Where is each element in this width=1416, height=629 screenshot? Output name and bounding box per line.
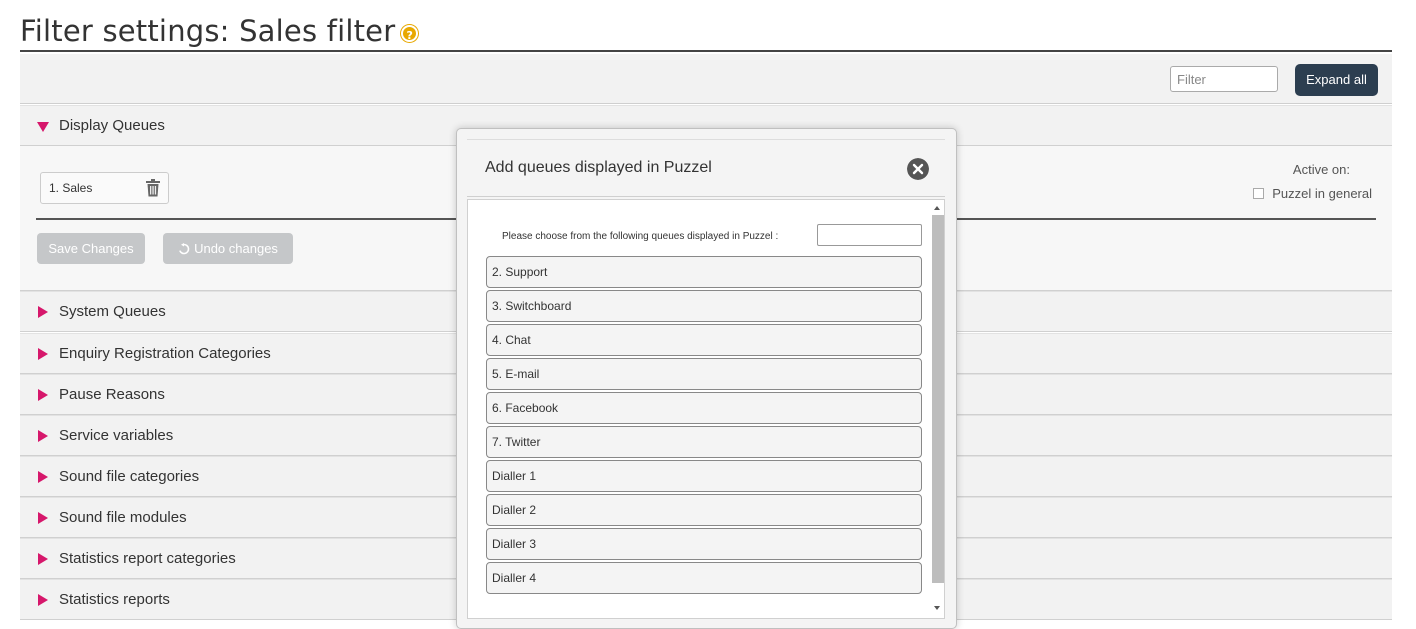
puzzel-in-general-option[interactable]: Puzzel in general	[1253, 186, 1372, 201]
queue-prompt-label: Please choose from the following queues …	[502, 231, 779, 242]
caret-right-icon	[38, 348, 48, 360]
queue-option[interactable]: Dialler 3	[486, 528, 922, 560]
panel-label: System Queues	[59, 303, 166, 320]
caret-right-icon	[38, 471, 48, 483]
queue-option[interactable]: 4. Chat	[486, 324, 922, 356]
caret-right-icon	[38, 553, 48, 565]
queue-list: 2. Support 3. Switchboard 4. Chat 5. E-m…	[486, 256, 922, 596]
modal-title: Add queues displayed in Puzzel	[485, 159, 712, 176]
expand-all-button[interactable]: Expand all	[1295, 64, 1378, 96]
queue-option[interactable]: 7. Twitter	[486, 426, 922, 458]
panel-label: Statistics reports	[59, 591, 170, 608]
modal-scrollbar[interactable]	[931, 200, 944, 618]
queue-option[interactable]: Dialler 4	[486, 562, 922, 594]
add-queues-modal: Add queues displayed in Puzzel Please ch…	[456, 128, 957, 629]
undo-changes-button[interactable]: Undo changes	[163, 233, 293, 264]
toolbar: Expand all	[20, 54, 1392, 104]
undo-changes-label: Undo changes	[194, 241, 278, 256]
page-title: Filter settings: Sales filter?	[20, 14, 419, 48]
puzzel-in-general-checkbox[interactable]	[1253, 188, 1265, 200]
active-on-label: Active on:	[1292, 162, 1350, 177]
scroll-up-arrow-icon[interactable]	[934, 206, 940, 210]
panel-label: Enquiry Registration Categories	[59, 345, 271, 362]
panel-label: Sound file categories	[59, 468, 200, 485]
page-title-text: Filter settings: Sales filter	[20, 14, 396, 48]
panel-label: Display Queues	[59, 117, 165, 134]
trash-icon[interactable]	[145, 179, 161, 197]
title-divider	[20, 50, 1392, 52]
undo-icon	[179, 242, 190, 254]
caret-down-icon	[37, 122, 49, 132]
modal-header: Add queues displayed in Puzzel	[467, 139, 945, 197]
queue-chip-sales: 1. Sales	[40, 172, 169, 204]
caret-right-icon	[38, 389, 48, 401]
modal-body: Please choose from the following queues …	[467, 199, 945, 619]
queue-option[interactable]: Dialler 2	[486, 494, 922, 526]
queue-option[interactable]: 2. Support	[486, 256, 922, 288]
panel-label: Pause Reasons	[59, 386, 165, 403]
queue-option[interactable]: 5. E-mail	[486, 358, 922, 390]
panel-label: Statistics report categories	[59, 550, 236, 567]
panel-label: Sound file modules	[59, 509, 187, 526]
queue-option[interactable]: 3. Switchboard	[486, 290, 922, 322]
queue-search-input[interactable]	[817, 224, 922, 246]
caret-right-icon	[38, 594, 48, 606]
caret-right-icon	[38, 512, 48, 524]
close-icon[interactable]	[907, 158, 929, 180]
queue-chip-label: 1. Sales	[49, 181, 93, 195]
help-icon[interactable]: ?	[401, 24, 419, 42]
filter-input[interactable]	[1170, 66, 1278, 92]
scrollbar-thumb[interactable]	[932, 215, 944, 583]
puzzel-in-general-label: Puzzel in general	[1272, 186, 1372, 201]
caret-right-icon	[38, 430, 48, 442]
panel-label: Service variables	[59, 427, 174, 444]
save-changes-button[interactable]: Save Changes	[37, 233, 145, 264]
caret-right-icon	[38, 306, 48, 318]
scroll-down-arrow-icon[interactable]	[934, 606, 940, 610]
queue-option[interactable]: Dialler 1	[486, 460, 922, 492]
queue-option[interactable]: 6. Facebook	[486, 392, 922, 424]
